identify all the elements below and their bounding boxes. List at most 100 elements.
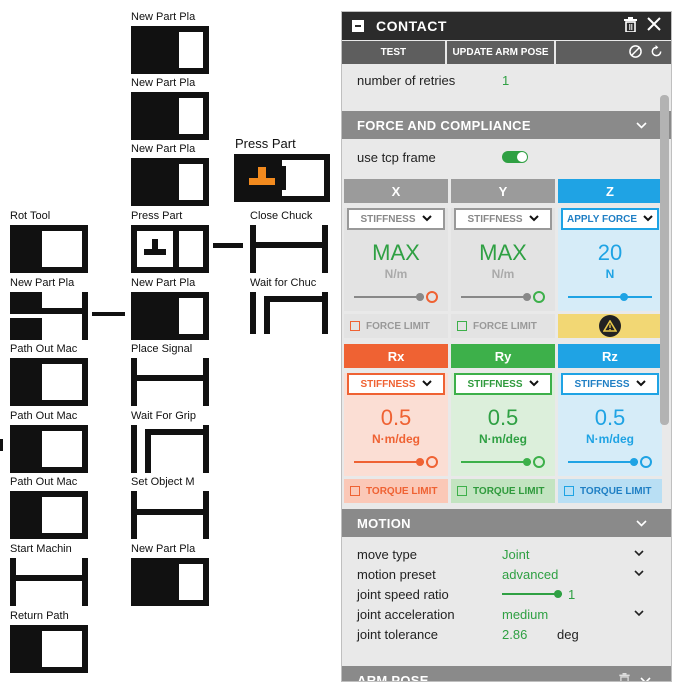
axis-y-unit: N/m xyxy=(491,267,515,281)
axis-x-mode-select[interactable]: STIFFNESS xyxy=(347,208,445,230)
use-tcp-frame-label: use tcp frame xyxy=(357,149,436,165)
axis-rz-unit: N·m/deg xyxy=(586,432,634,446)
axis-x-force-limit[interactable]: FORCE LIMIT xyxy=(344,314,448,338)
axis-rz-slider[interactable] xyxy=(568,455,652,469)
joint-acceleration-row[interactable]: joint acceleration medium xyxy=(342,604,671,624)
trash-icon[interactable] xyxy=(624,16,637,36)
chevron-down-icon xyxy=(634,548,644,560)
axis-x-slider[interactable] xyxy=(354,290,438,304)
chevron-down-icon xyxy=(421,214,432,225)
node-body xyxy=(10,558,90,606)
axis-z-warning xyxy=(558,314,662,338)
motion-preset-value[interactable]: advanced xyxy=(502,567,632,582)
joint-tolerance-label: joint tolerance xyxy=(357,626,438,642)
axis-rx-torque-limit[interactable]: TORQUE LIMIT xyxy=(344,479,448,503)
axis-rx-value[interactable]: 0.5 xyxy=(381,406,412,430)
joint-acceleration-value[interactable]: medium xyxy=(502,607,632,622)
chevron-down-icon xyxy=(643,214,653,225)
panel-content[interactable]: number of retries 1 FORCE AND COMPLIANCE… xyxy=(342,65,671,681)
move-type-row[interactable]: move type Joint xyxy=(342,544,671,564)
node-label: Start Machin xyxy=(10,541,78,557)
node-body xyxy=(10,491,90,539)
mode-label: STIFFNESS xyxy=(467,378,523,390)
axis-y-force-limit[interactable]: FORCE LIMIT xyxy=(451,314,555,338)
panel-scrollbar[interactable] xyxy=(660,95,669,425)
node-label: New Part Pla xyxy=(131,75,199,91)
reset-icon[interactable] xyxy=(650,44,663,61)
axis-rx-value-box: 0.5 N·m/deg xyxy=(344,400,448,476)
update-arm-pose-button[interactable]: UPDATE ARM POSE xyxy=(446,41,555,64)
axis-ry-value[interactable]: 0.5 xyxy=(488,406,519,430)
use-tcp-frame-toggle[interactable] xyxy=(502,151,528,163)
axis-rz-mode-select[interactable]: STIFFNESS xyxy=(561,373,659,395)
press-part-group-icon[interactable] xyxy=(234,154,282,202)
mode-label: APPLY FORCE xyxy=(566,213,638,225)
axis-rz-value[interactable]: 0.5 xyxy=(595,406,626,430)
node-body xyxy=(131,158,211,206)
axis-z-value[interactable]: 20 xyxy=(598,241,622,265)
arm-pose-section-header[interactable]: ARM POSE xyxy=(342,666,671,681)
axis-ry-slider[interactable] xyxy=(461,455,545,469)
joint-speed-ratio-row: joint speed ratio 1 xyxy=(342,584,671,604)
axis-ry-header: Ry xyxy=(451,344,555,368)
chevron-down-icon xyxy=(421,379,432,390)
motion-preset-row[interactable]: motion preset advanced xyxy=(342,564,671,584)
motion-section-header[interactable]: MOTION xyxy=(342,509,671,537)
mode-label: STIFFNESS xyxy=(574,378,630,390)
move-type-value[interactable]: Joint xyxy=(502,547,632,562)
axis-rx-header: Rx xyxy=(344,344,448,368)
node-label: Wait For Grip xyxy=(131,408,199,424)
node-body xyxy=(10,425,90,473)
axis-y-mode-select[interactable]: STIFFNESS xyxy=(454,208,552,230)
axis-rz-torque-limit[interactable]: TORQUE LIMIT xyxy=(558,479,662,503)
axis-rx-mode-select[interactable]: STIFFNESS xyxy=(347,373,445,395)
retries-row: number of retries 1 xyxy=(342,70,671,90)
axis-z-column: Z APPLY FORCE 20 N xyxy=(558,179,662,338)
trash-icon[interactable] xyxy=(619,672,630,681)
test-button[interactable]: TEST xyxy=(342,41,445,64)
node-body xyxy=(131,26,211,74)
joint-tolerance-unit: deg xyxy=(557,626,579,642)
joint-acceleration-label: joint acceleration xyxy=(357,606,455,622)
axis-x-value[interactable]: MAX xyxy=(372,241,420,265)
axis-x-body: STIFFNESS MAX N/m xyxy=(344,208,448,311)
checkbox[interactable] xyxy=(564,486,574,496)
joint-speed-ratio-value[interactable]: 1 xyxy=(568,587,575,602)
node-label: New Part Pla xyxy=(131,541,199,557)
checkbox[interactable] xyxy=(457,486,467,496)
node-body xyxy=(131,558,211,606)
axis-z-slider[interactable] xyxy=(568,290,652,304)
retries-value[interactable]: 1 xyxy=(502,73,509,88)
mode-label: STIFFNESS xyxy=(360,378,416,390)
mode-label: STIFFNESS xyxy=(467,213,523,225)
chevron-down-icon xyxy=(634,568,644,580)
axis-ry-mode-select[interactable]: STIFFNESS xyxy=(454,373,552,395)
axis-y-slider[interactable] xyxy=(461,290,545,304)
checkbox[interactable] xyxy=(457,321,467,331)
node-body xyxy=(10,225,90,273)
axis-z-mode-select[interactable]: APPLY FORCE xyxy=(561,208,659,230)
node-label: New Part Pla xyxy=(10,275,78,291)
close-icon[interactable] xyxy=(647,17,661,35)
disable-icon[interactable] xyxy=(629,44,642,61)
node-body xyxy=(10,292,90,340)
node-label: Close Chuck xyxy=(250,208,318,224)
axis-z-header: Z xyxy=(558,179,662,203)
force-section-header[interactable]: FORCE AND COMPLIANCE xyxy=(342,111,671,139)
node-label: Rot Tool xyxy=(10,208,78,224)
axis-z-value-box: 20 N xyxy=(558,235,662,311)
chevron-down-icon xyxy=(528,214,539,225)
checkbox[interactable] xyxy=(350,486,360,496)
axis-ry-torque-limit[interactable]: TORQUE LIMIT xyxy=(451,479,555,503)
action-bar: TEST UPDATE ARM POSE xyxy=(342,40,671,64)
joint-tolerance-value[interactable]: 2.86 xyxy=(502,627,557,642)
checkbox[interactable] xyxy=(350,321,360,331)
axis-y-value[interactable]: MAX xyxy=(479,241,527,265)
node-label: New Part Pla xyxy=(131,141,199,157)
canvas: Rot Tool New Part Pla Path Out Mac Path … xyxy=(0,0,678,696)
joint-speed-ratio-slider[interactable] xyxy=(502,589,562,599)
node-label: Path Out Mac xyxy=(10,408,78,424)
axis-rx-slider[interactable] xyxy=(354,455,438,469)
axis-z-unit: N xyxy=(605,267,615,281)
chevron-down-icon xyxy=(634,608,644,620)
